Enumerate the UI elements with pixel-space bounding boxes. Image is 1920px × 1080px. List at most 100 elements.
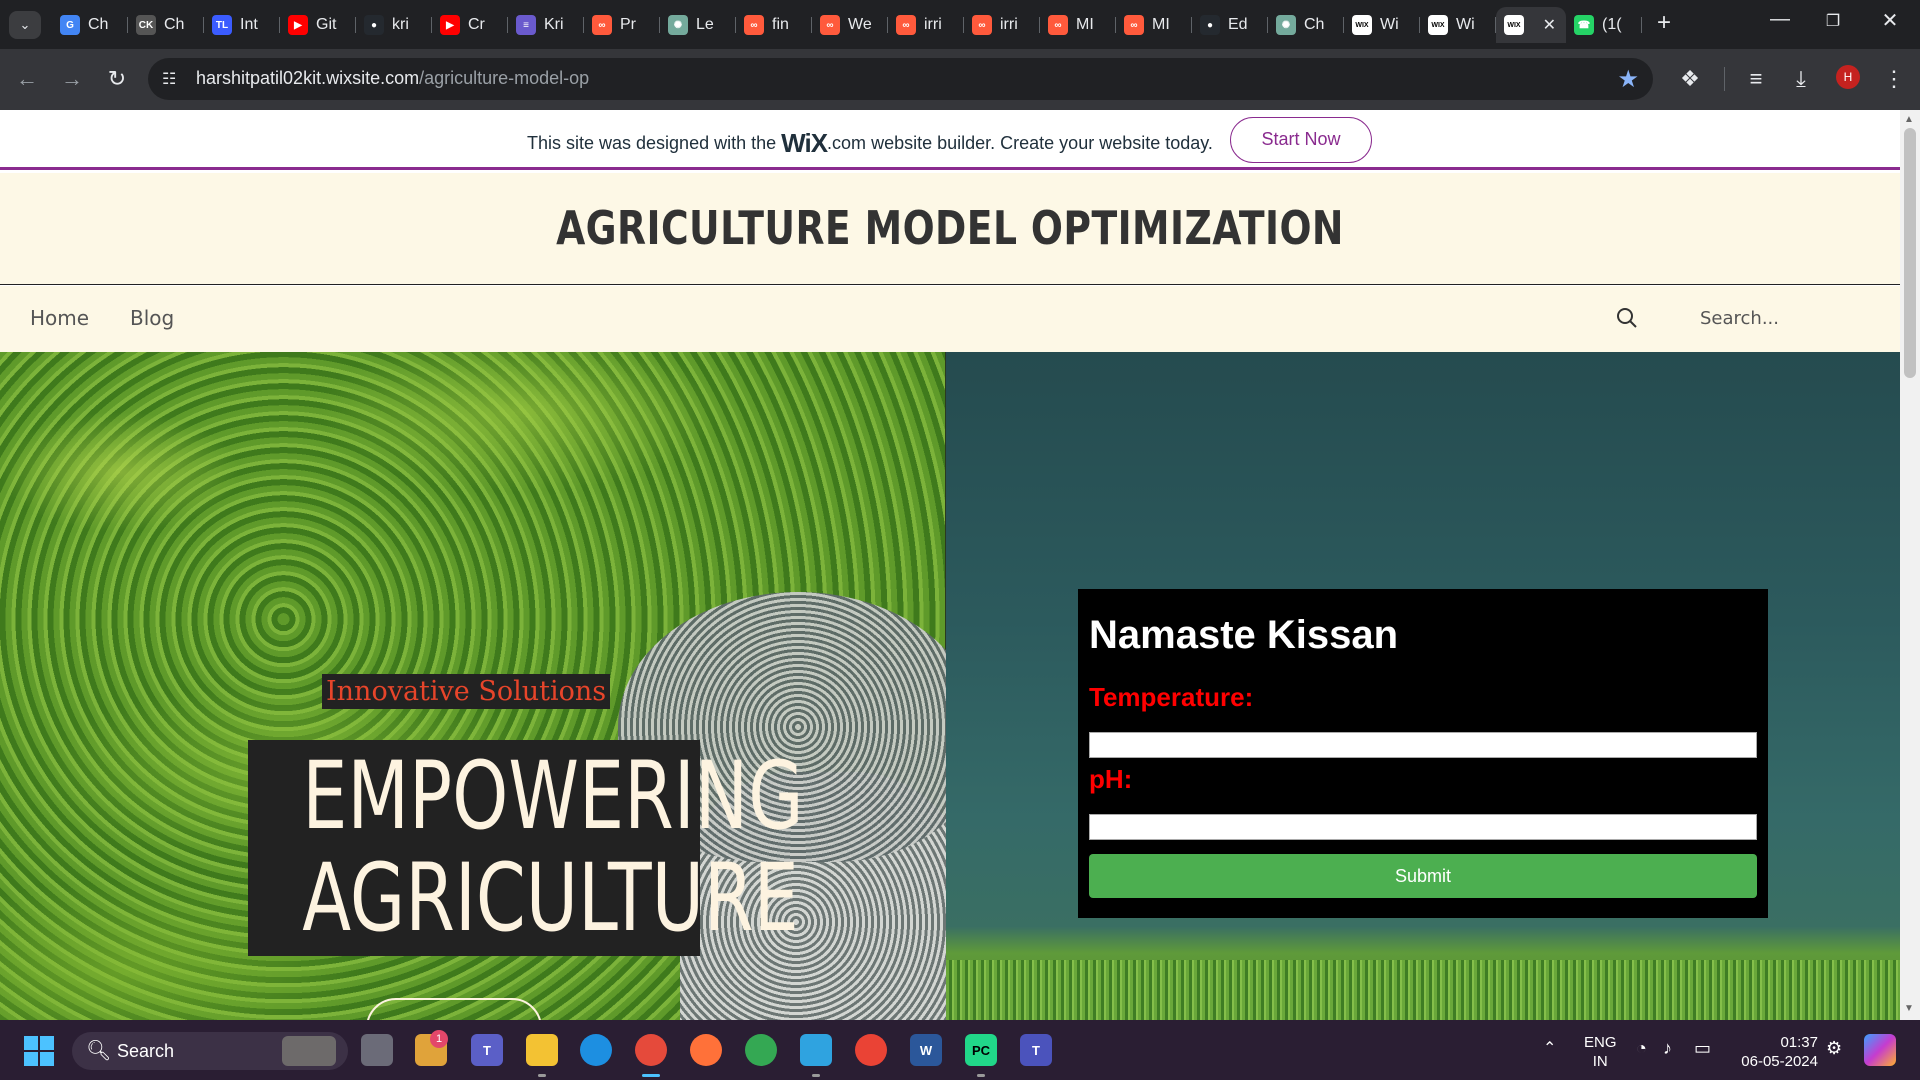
volume-icon[interactable]: ♪ bbox=[1663, 1038, 1672, 1059]
browser-tab[interactable]: ▶ Git bbox=[280, 7, 356, 43]
browser-tab[interactable]: ∞ MI bbox=[1116, 7, 1192, 43]
browser-tab[interactable]: WIX Wi bbox=[1420, 7, 1496, 43]
coursera-icon: ∞ bbox=[972, 15, 992, 35]
edge-icon[interactable] bbox=[580, 1034, 612, 1066]
chrome-icon[interactable] bbox=[745, 1034, 777, 1066]
tab-list: G Ch CK Ch TL Int ▶ Git ● kri ▶ Cr ≡ Kri ∞ Pr ✺ Le ∞ fin ∞ We… bbox=[52, 7, 1642, 43]
new-tab-button[interactable]: + bbox=[1650, 10, 1678, 38]
browser-tab[interactable]: ● Ed bbox=[1192, 7, 1268, 43]
tab-title: Kri bbox=[544, 16, 564, 33]
tab-title: Git bbox=[316, 16, 337, 33]
notifications-settings-icon[interactable]: ⚙ bbox=[1826, 1038, 1842, 1059]
site-title[interactable]: AGRICULTURE MODEL OPTIMIZATION bbox=[171, 201, 1729, 255]
browser-tab[interactable]: ● kri bbox=[356, 7, 432, 43]
browser-menu-icon[interactable]: ⋮ bbox=[1878, 63, 1910, 95]
teams-icon[interactable]: T bbox=[471, 1034, 503, 1066]
tab-title: MI bbox=[1076, 16, 1094, 33]
temperature-label: Temperature: bbox=[1089, 682, 1254, 712]
task-view-icon[interactable] bbox=[361, 1034, 393, 1066]
browser-tab[interactable]: ☎ (1( bbox=[1566, 7, 1642, 43]
language-indicator[interactable]: ENG IN bbox=[1584, 1033, 1617, 1071]
browser-tab[interactable]: ∞ Pr bbox=[584, 7, 660, 43]
bookmark-star-icon[interactable]: ★ bbox=[1617, 65, 1639, 94]
browser-tab[interactable]: ≡ Kri bbox=[508, 7, 584, 43]
url-text[interactable]: harshitpatil02kit.wixsite.com/agricultur… bbox=[196, 68, 589, 89]
firefox-icon[interactable] bbox=[690, 1034, 722, 1066]
tab-title: Ch bbox=[88, 16, 109, 33]
tab-title: fin bbox=[772, 16, 789, 33]
ph-input[interactable] bbox=[1089, 814, 1757, 840]
coursera-icon: ∞ bbox=[744, 15, 764, 35]
address-bar[interactable]: ☷ harshitpatil02kit.wixsite.com/agricult… bbox=[148, 58, 1653, 100]
browser-tab[interactable]: ▶ Cr bbox=[432, 7, 508, 43]
browser-toolbar: ← → ↻ ☷ harshitpatil02kit.wixsite.com/ag… bbox=[0, 49, 1920, 110]
browser-tab[interactable]: CK Ch bbox=[128, 7, 204, 43]
browser-tab[interactable]: ∞ irri bbox=[888, 7, 964, 43]
minimize-button[interactable]: — bbox=[1760, 8, 1800, 31]
back-button[interactable]: ← bbox=[12, 64, 42, 94]
copilot-icon[interactable] bbox=[1864, 1034, 1896, 1066]
teams-new-icon[interactable]: T bbox=[1020, 1034, 1052, 1066]
close-tab-icon[interactable]: ✕ bbox=[1543, 15, 1556, 35]
scroll-up-arrow-icon[interactable]: ▲ bbox=[1904, 114, 1914, 125]
site-search-input[interactable] bbox=[1700, 300, 1880, 336]
hero-title-line-2: AGRICULTURE bbox=[302, 844, 799, 953]
scrollbar-thumb[interactable] bbox=[1904, 128, 1916, 378]
taskbar-search-icon: 🔍︎ bbox=[86, 1040, 112, 1062]
wix-logo[interactable]: WiX bbox=[781, 128, 828, 158]
pycharm-icon[interactable]: PC bbox=[965, 1034, 997, 1066]
site-info-icon[interactable]: ☷ bbox=[162, 69, 176, 89]
tab-title: Ch bbox=[164, 16, 185, 33]
hero-cta-button[interactable] bbox=[366, 998, 542, 1020]
taskbar-search[interactable]: 🔍︎ Search bbox=[72, 1032, 348, 1070]
file-explorer-icon[interactable] bbox=[526, 1034, 558, 1066]
browser-tab[interactable]: WIX Wi bbox=[1344, 7, 1420, 43]
coursera-icon: ∞ bbox=[1048, 15, 1068, 35]
browser-tab[interactable]: ✺ Le bbox=[660, 7, 736, 43]
system-clock[interactable]: 01:37 06-05-2024 bbox=[1736, 1033, 1818, 1071]
clock-date: 06-05-2024 bbox=[1741, 1053, 1818, 1070]
reading-list-icon[interactable]: ≡ bbox=[1740, 63, 1772, 95]
forward-button[interactable]: → bbox=[57, 64, 87, 94]
wifi-icon[interactable]: ◔ bbox=[1636, 1038, 1647, 1059]
browser-tab[interactable]: ✺ Ch bbox=[1268, 7, 1344, 43]
wix-promo-banner: This site was designed with the WiX.com … bbox=[0, 110, 1900, 170]
temperature-input[interactable] bbox=[1089, 732, 1757, 758]
chrome-profile-icon[interactable] bbox=[635, 1034, 667, 1066]
browser-tab[interactable]: ∞ irri bbox=[964, 7, 1040, 43]
word-icon[interactable]: W bbox=[910, 1034, 942, 1066]
language-code: ENG bbox=[1584, 1034, 1617, 1051]
whatsapp-icon: ☎ bbox=[1574, 15, 1594, 35]
extensions-icon[interactable]: ❖ bbox=[1674, 63, 1706, 95]
start-now-button[interactable]: Start Now bbox=[1230, 117, 1372, 163]
restore-button[interactable]: ❐ bbox=[1813, 11, 1853, 31]
browser-tab[interactable]: ∞ MI bbox=[1040, 7, 1116, 43]
chatgpt-icon: ✺ bbox=[668, 15, 688, 35]
tab-title: Int bbox=[240, 16, 258, 33]
windows-start-button[interactable] bbox=[24, 1036, 54, 1066]
close-window-button[interactable]: ✕ bbox=[1870, 8, 1910, 33]
scroll-down-arrow-icon[interactable]: ▼ bbox=[1904, 1003, 1914, 1014]
tab-title: Wi bbox=[1456, 16, 1475, 33]
download-icon[interactable]: ⤓ bbox=[1785, 63, 1817, 95]
browser-tab[interactable]: G Ch bbox=[52, 7, 128, 43]
hero-section: Innovative Solutions EMPOWERING AGRICULT… bbox=[0, 352, 1900, 1020]
tab-title: We bbox=[848, 16, 872, 33]
browser-tab[interactable]: ∞ fin bbox=[736, 7, 812, 43]
nav-blog-link[interactable]: Blog bbox=[130, 306, 174, 330]
browser-tab[interactable]: ∞ We bbox=[812, 7, 888, 43]
chrome-second-profile-icon[interactable] bbox=[855, 1034, 887, 1066]
tab-search-button[interactable]: ⌄ bbox=[9, 11, 41, 39]
windows-taskbar: 🔍︎ Search 1 T W PC T ⌃ ENG IN ◔ ♪ ▭ 01:3… bbox=[0, 1020, 1920, 1080]
grass-strip bbox=[946, 960, 1900, 1020]
show-hidden-icons-chevron-icon[interactable]: ⌃ bbox=[1543, 1038, 1556, 1058]
submit-button[interactable]: Submit bbox=[1089, 854, 1757, 898]
profile-avatar[interactable]: H bbox=[1836, 65, 1860, 89]
reload-button[interactable]: ↻ bbox=[102, 64, 132, 94]
notepad-icon[interactable] bbox=[800, 1034, 832, 1066]
nav-home-link[interactable]: Home bbox=[30, 306, 89, 330]
search-icon[interactable] bbox=[1613, 304, 1641, 332]
browser-tab[interactable]: TL Int bbox=[204, 7, 280, 43]
battery-icon[interactable]: ▭ bbox=[1694, 1038, 1711, 1059]
browser-tab[interactable]: WIX ✕ bbox=[1496, 7, 1566, 43]
